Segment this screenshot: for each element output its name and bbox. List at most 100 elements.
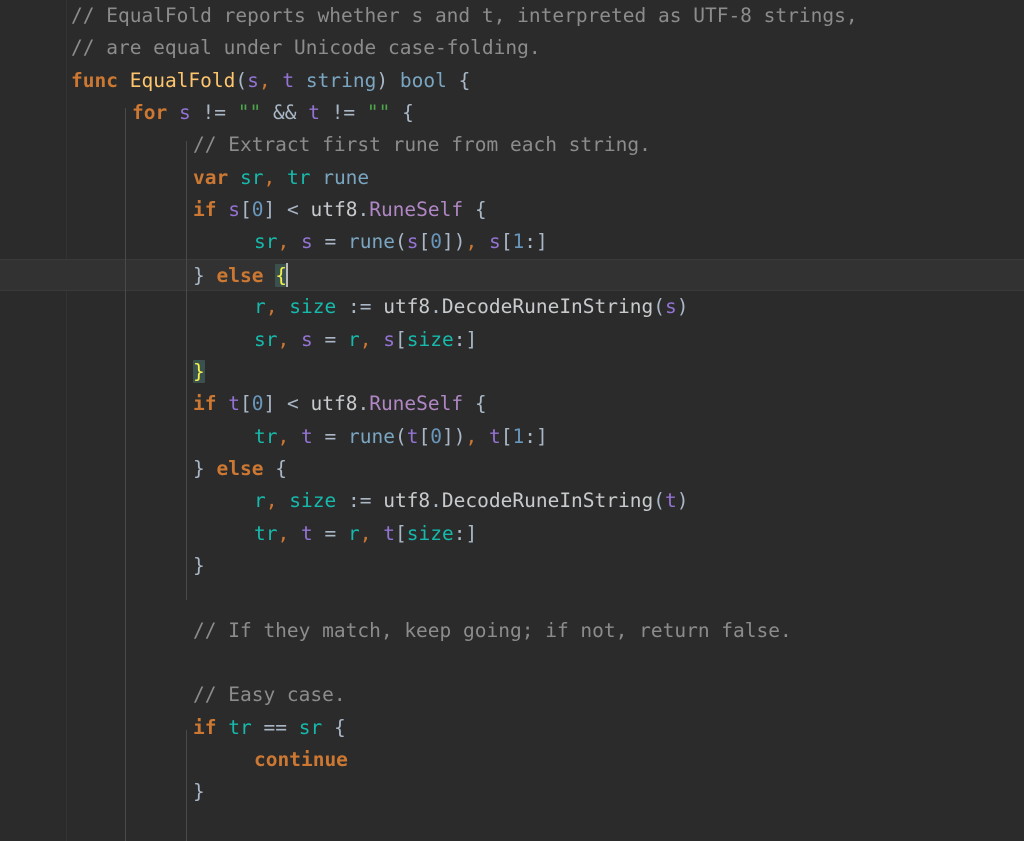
code-token: utf8	[383, 489, 431, 513]
code-token: for	[132, 101, 168, 125]
code-line[interactable]	[0, 582, 1024, 614]
code-line[interactable]: // If they match, keep going; if not, re…	[0, 615, 1024, 647]
code-token: =	[324, 521, 337, 545]
code-token: ,	[465, 424, 478, 448]
code-line[interactable]: r, size := utf8.DecodeRuneInString(t)	[0, 485, 1024, 517]
code-token: // If they match, keep going; if not, re…	[193, 618, 792, 642]
code-token: !=	[202, 101, 226, 125]
code-line[interactable]: // EqualFold reports whether s and t, in…	[0, 0, 1024, 32]
code-token: 1	[512, 230, 525, 254]
code-line[interactable]: func EqualFold(s, t string) bool {	[0, 65, 1024, 97]
code-token: {	[275, 456, 287, 480]
code-token: size	[289, 295, 337, 319]
code-token: EqualFold	[129, 68, 236, 92]
code-token: rune	[347, 230, 395, 254]
code-token: (	[394, 424, 407, 448]
code-token: :=	[347, 295, 372, 319]
code-token: {	[474, 392, 487, 416]
code-token: }	[193, 263, 205, 287]
code-token: tr	[228, 715, 252, 739]
code-token: size	[289, 489, 337, 513]
code-line[interactable]: r, size := utf8.DecodeRuneInString(s)	[0, 291, 1024, 323]
code-token: r	[254, 295, 266, 319]
code-token: tr	[254, 424, 278, 448]
code-line[interactable]	[0, 647, 1024, 679]
code-line[interactable]: // Easy case.	[0, 679, 1024, 711]
code-editor[interactable]: // EqualFold reports whether s and t, in…	[0, 0, 1024, 841]
code-line[interactable]: // Extract first rune from each string.	[0, 129, 1024, 161]
code-line[interactable]: tr, t = r, t[size:]	[0, 518, 1024, 550]
code-token: )	[376, 68, 389, 92]
code-token: t	[300, 424, 313, 448]
code-token: if	[193, 392, 217, 416]
code-line[interactable]: continue	[0, 744, 1024, 776]
code-token: :]	[453, 327, 478, 351]
code-line[interactable]: if t[0] < utf8.RuneSelf {	[0, 388, 1024, 420]
code-token: DecodeRuneInString	[441, 489, 654, 513]
code-token: [	[418, 230, 431, 254]
code-line[interactable]: }	[0, 356, 1024, 388]
code-token: var	[193, 165, 229, 189]
indent-guide	[186, 141, 187, 600]
code-token: =	[324, 327, 337, 351]
code-line[interactable]: for s != "" && t != "" {	[0, 97, 1024, 129]
code-line[interactable]: }	[0, 776, 1024, 808]
code-line[interactable]: } else {	[0, 453, 1024, 485]
code-line[interactable]: sr, s = r, s[size:]	[0, 324, 1024, 356]
code-line[interactable]: tr, t = rune(t[0]), t[1:]	[0, 421, 1024, 453]
code-token: (	[235, 68, 248, 92]
code-token: if	[193, 715, 217, 739]
code-token: size	[406, 521, 454, 545]
code-token: )	[453, 424, 466, 448]
code-line[interactable]: var sr, tr rune	[0, 162, 1024, 194]
code-line[interactable]: sr, s = rune(s[0]), s[1:]	[0, 226, 1024, 258]
code-token: 0	[430, 424, 442, 448]
text-caret	[285, 262, 288, 287]
code-token: bool	[399, 68, 447, 92]
code-token: ,	[265, 489, 278, 513]
code-token: [	[239, 392, 252, 416]
code-token: else	[216, 263, 264, 287]
code-token: 0	[251, 392, 264, 416]
code-line[interactable]: }	[0, 550, 1024, 582]
code-token: tr	[254, 521, 278, 545]
code-line[interactable]: if s[0] < utf8.RuneSelf {	[0, 194, 1024, 226]
code-token: continue	[254, 748, 348, 772]
code-token: t	[228, 392, 240, 416]
code-line[interactable]: // are equal under Unicode case-folding.	[0, 32, 1024, 64]
code-token: .	[430, 489, 442, 513]
code-token: sr	[239, 165, 264, 189]
code-surface[interactable]: // EqualFold reports whether s and t, in…	[0, 0, 1024, 841]
code-token: sr	[254, 327, 278, 351]
code-token: (	[653, 295, 665, 319]
code-token: rune	[322, 165, 370, 189]
code-token: )	[453, 230, 466, 254]
code-token: rune	[347, 424, 395, 448]
code-token: 1	[512, 424, 525, 448]
code-token: r	[347, 327, 360, 351]
code-token: // EqualFold reports whether s and t, in…	[71, 4, 858, 27]
code-token: t	[300, 521, 313, 545]
code-line[interactable]: if tr == sr {	[0, 712, 1024, 744]
code-token: t	[282, 68, 295, 92]
code-token: <	[286, 198, 299, 222]
code-line[interactable]: } else {	[0, 258, 1024, 292]
